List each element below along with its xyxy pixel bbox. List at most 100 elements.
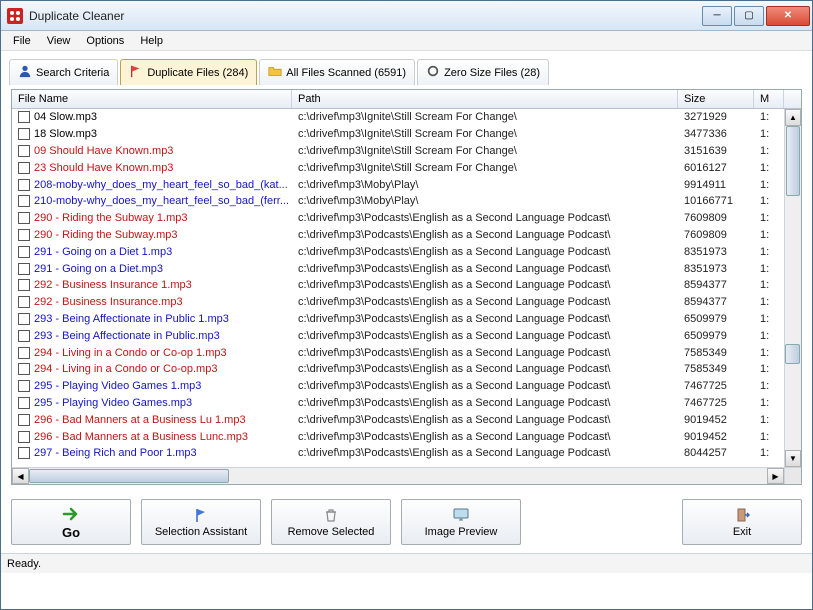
selection-assistant-button[interactable]: Selection Assistant — [141, 499, 261, 545]
menu-file[interactable]: File — [5, 33, 39, 49]
close-button[interactable]: ✕ — [766, 6, 810, 26]
scroll-track[interactable] — [785, 126, 801, 450]
row-checkbox[interactable] — [18, 263, 30, 275]
hscroll-track[interactable] — [29, 468, 767, 484]
image-preview-button[interactable]: Image Preview — [401, 499, 521, 545]
row-checkbox[interactable] — [18, 363, 30, 375]
file-size: 8594377 — [678, 279, 754, 291]
scroll-mid-indicator[interactable] — [785, 344, 800, 364]
table-row[interactable]: 296 - Bad Manners at a Business Lunc.mp3… — [12, 428, 784, 445]
file-path: c:\drivef\mp3\Podcasts\English as a Seco… — [292, 380, 678, 392]
col-path[interactable]: Path — [292, 90, 678, 108]
person-icon — [18, 64, 32, 81]
file-path: c:\drivef\mp3\Podcasts\English as a Seco… — [292, 246, 678, 258]
table-row[interactable]: 290 - Riding the Subway 1.mp3c:\drivef\m… — [12, 210, 784, 227]
status-text: Ready. — [7, 558, 41, 570]
file-size: 7609809 — [678, 212, 754, 224]
file-m: 1: — [754, 263, 784, 275]
table-row[interactable]: 23 Should Have Known.mp3c:\drivef\mp3\Ig… — [12, 159, 784, 176]
file-path: c:\drivef\mp3\Podcasts\English as a Seco… — [292, 296, 678, 308]
table-row[interactable]: 09 Should Have Known.mp3c:\drivef\mp3\Ig… — [12, 143, 784, 160]
table-row[interactable]: 293 - Being Affectionate in Public 1.mp3… — [12, 311, 784, 328]
file-name: 04 Slow.mp3 — [34, 111, 97, 123]
scroll-down-button[interactable]: ▼ — [785, 450, 801, 467]
table-row[interactable]: 210-moby-why_does_my_heart_feel_so_bad_(… — [12, 193, 784, 210]
table-row[interactable]: 295 - Playing Video Games 1.mp3c:\drivef… — [12, 378, 784, 395]
menu-options[interactable]: Options — [78, 33, 132, 49]
file-size: 6509979 — [678, 313, 754, 325]
tab-label: Zero Size Files (28) — [444, 67, 540, 79]
table-row[interactable]: 18 Slow.mp3c:\drivef\mp3\Ignite\Still Sc… — [12, 126, 784, 143]
file-path: c:\drivef\mp3\Ignite\Still Scream For Ch… — [292, 111, 678, 123]
row-checkbox[interactable] — [18, 128, 30, 140]
status-bar: Ready. — [1, 553, 812, 573]
row-checkbox[interactable] — [18, 246, 30, 258]
file-path: c:\drivef\mp3\Ignite\Still Scream For Ch… — [292, 128, 678, 140]
tab-label: Duplicate Files (284) — [147, 67, 248, 79]
table-row[interactable]: 294 - Living in a Condo or Co-op.mp3c:\d… — [12, 361, 784, 378]
remove-selected-button[interactable]: Remove Selected — [271, 499, 391, 545]
door-icon — [733, 506, 751, 524]
file-m: 1: — [754, 229, 784, 241]
file-path: c:\drivef\mp3\Podcasts\English as a Seco… — [292, 347, 678, 359]
row-checkbox[interactable] — [18, 229, 30, 241]
col-size[interactable]: Size — [678, 90, 754, 108]
tab-duplicate-files[interactable]: Duplicate Files (284) — [120, 59, 257, 85]
exit-button[interactable]: Exit — [682, 499, 802, 545]
hscroll-thumb[interactable] — [29, 469, 229, 483]
row-checkbox[interactable] — [18, 195, 30, 207]
table-row[interactable]: 291 - Going on a Diet.mp3c:\drivef\mp3\P… — [12, 260, 784, 277]
table-row[interactable]: 291 - Going on a Diet 1.mp3c:\drivef\mp3… — [12, 243, 784, 260]
tab-zero-size[interactable]: Zero Size Files (28) — [417, 59, 549, 85]
trash-icon — [322, 506, 340, 524]
menu-help[interactable]: Help — [132, 33, 171, 49]
go-button[interactable]: Go — [11, 499, 131, 545]
col-m[interactable]: M — [754, 90, 784, 108]
file-m: 1: — [754, 212, 784, 224]
horizontal-scrollbar[interactable]: ◀ ▶ — [12, 467, 784, 484]
file-list: File Name Path Size M 04 Slow.mp3 c:\driv… — [11, 89, 802, 485]
row-checkbox[interactable] — [18, 179, 30, 191]
row-checkbox[interactable] — [18, 447, 30, 459]
row-checkbox[interactable] — [18, 111, 30, 123]
table-row[interactable]: 294 - Living in a Condo or Co-op 1.mp3c:… — [12, 344, 784, 361]
table-row[interactable]: 297 - Being Rich and Poor 1.mp3c:\drivef… — [12, 445, 784, 462]
row-checkbox[interactable] — [18, 313, 30, 325]
row-checkbox[interactable] — [18, 212, 30, 224]
menu-view[interactable]: View — [39, 33, 79, 49]
maximize-button[interactable]: ▢ — [734, 6, 764, 26]
scroll-left-button[interactable]: ◀ — [12, 468, 29, 484]
scroll-thumb[interactable] — [786, 126, 800, 196]
tab-search-criteria[interactable]: Search Criteria — [9, 59, 118, 85]
button-label: Selection Assistant — [155, 526, 247, 538]
tab-all-files[interactable]: All Files Scanned (6591) — [259, 59, 415, 85]
table-row[interactable]: 04 Slow.mp3 c:\drivef\mp3\Ignite\Still Sc… — [12, 109, 784, 126]
row-checkbox[interactable] — [18, 145, 30, 157]
row-checkbox[interactable] — [18, 380, 30, 392]
file-name: 23 Should Have Known.mp3 — [34, 162, 173, 174]
table-row[interactable]: 292 - Business Insurance.mp3c:\drivef\mp… — [12, 294, 784, 311]
file-path: c:\drivef\mp3\Podcasts\English as a Seco… — [292, 313, 678, 325]
row-checkbox[interactable] — [18, 296, 30, 308]
file-size: 9914911 — [678, 179, 754, 191]
row-checkbox[interactable] — [18, 414, 30, 426]
vertical-scrollbar[interactable]: ▲ ▼ — [784, 109, 801, 467]
row-checkbox[interactable] — [18, 279, 30, 291]
row-checkbox[interactable] — [18, 330, 30, 342]
scroll-up-button[interactable]: ▲ — [785, 109, 801, 126]
table-row[interactable]: 208-moby-why_does_my_heart_feel_so_bad_(… — [12, 176, 784, 193]
table-row[interactable]: 293 - Being Affectionate in Public.mp3c:… — [12, 327, 784, 344]
table-row[interactable]: 290 - Riding the Subway.mp3c:\drivef\mp3… — [12, 227, 784, 244]
row-checkbox[interactable] — [18, 431, 30, 443]
minimize-button[interactable]: ─ — [702, 6, 732, 26]
table-row[interactable]: 296 - Bad Manners at a Business Lu 1.mp3… — [12, 411, 784, 428]
row-checkbox[interactable] — [18, 162, 30, 174]
row-checkbox[interactable] — [18, 397, 30, 409]
table-row[interactable]: 295 - Playing Video Games.mp3c:\drivef\m… — [12, 395, 784, 412]
row-checkbox[interactable] — [18, 347, 30, 359]
tab-label: All Files Scanned (6591) — [286, 67, 406, 79]
col-file-name[interactable]: File Name — [12, 90, 292, 108]
table-row[interactable]: 292 - Business Insurance 1.mp3c:\drivef\… — [12, 277, 784, 294]
file-m: 1: — [754, 380, 784, 392]
scroll-right-button[interactable]: ▶ — [767, 468, 784, 484]
